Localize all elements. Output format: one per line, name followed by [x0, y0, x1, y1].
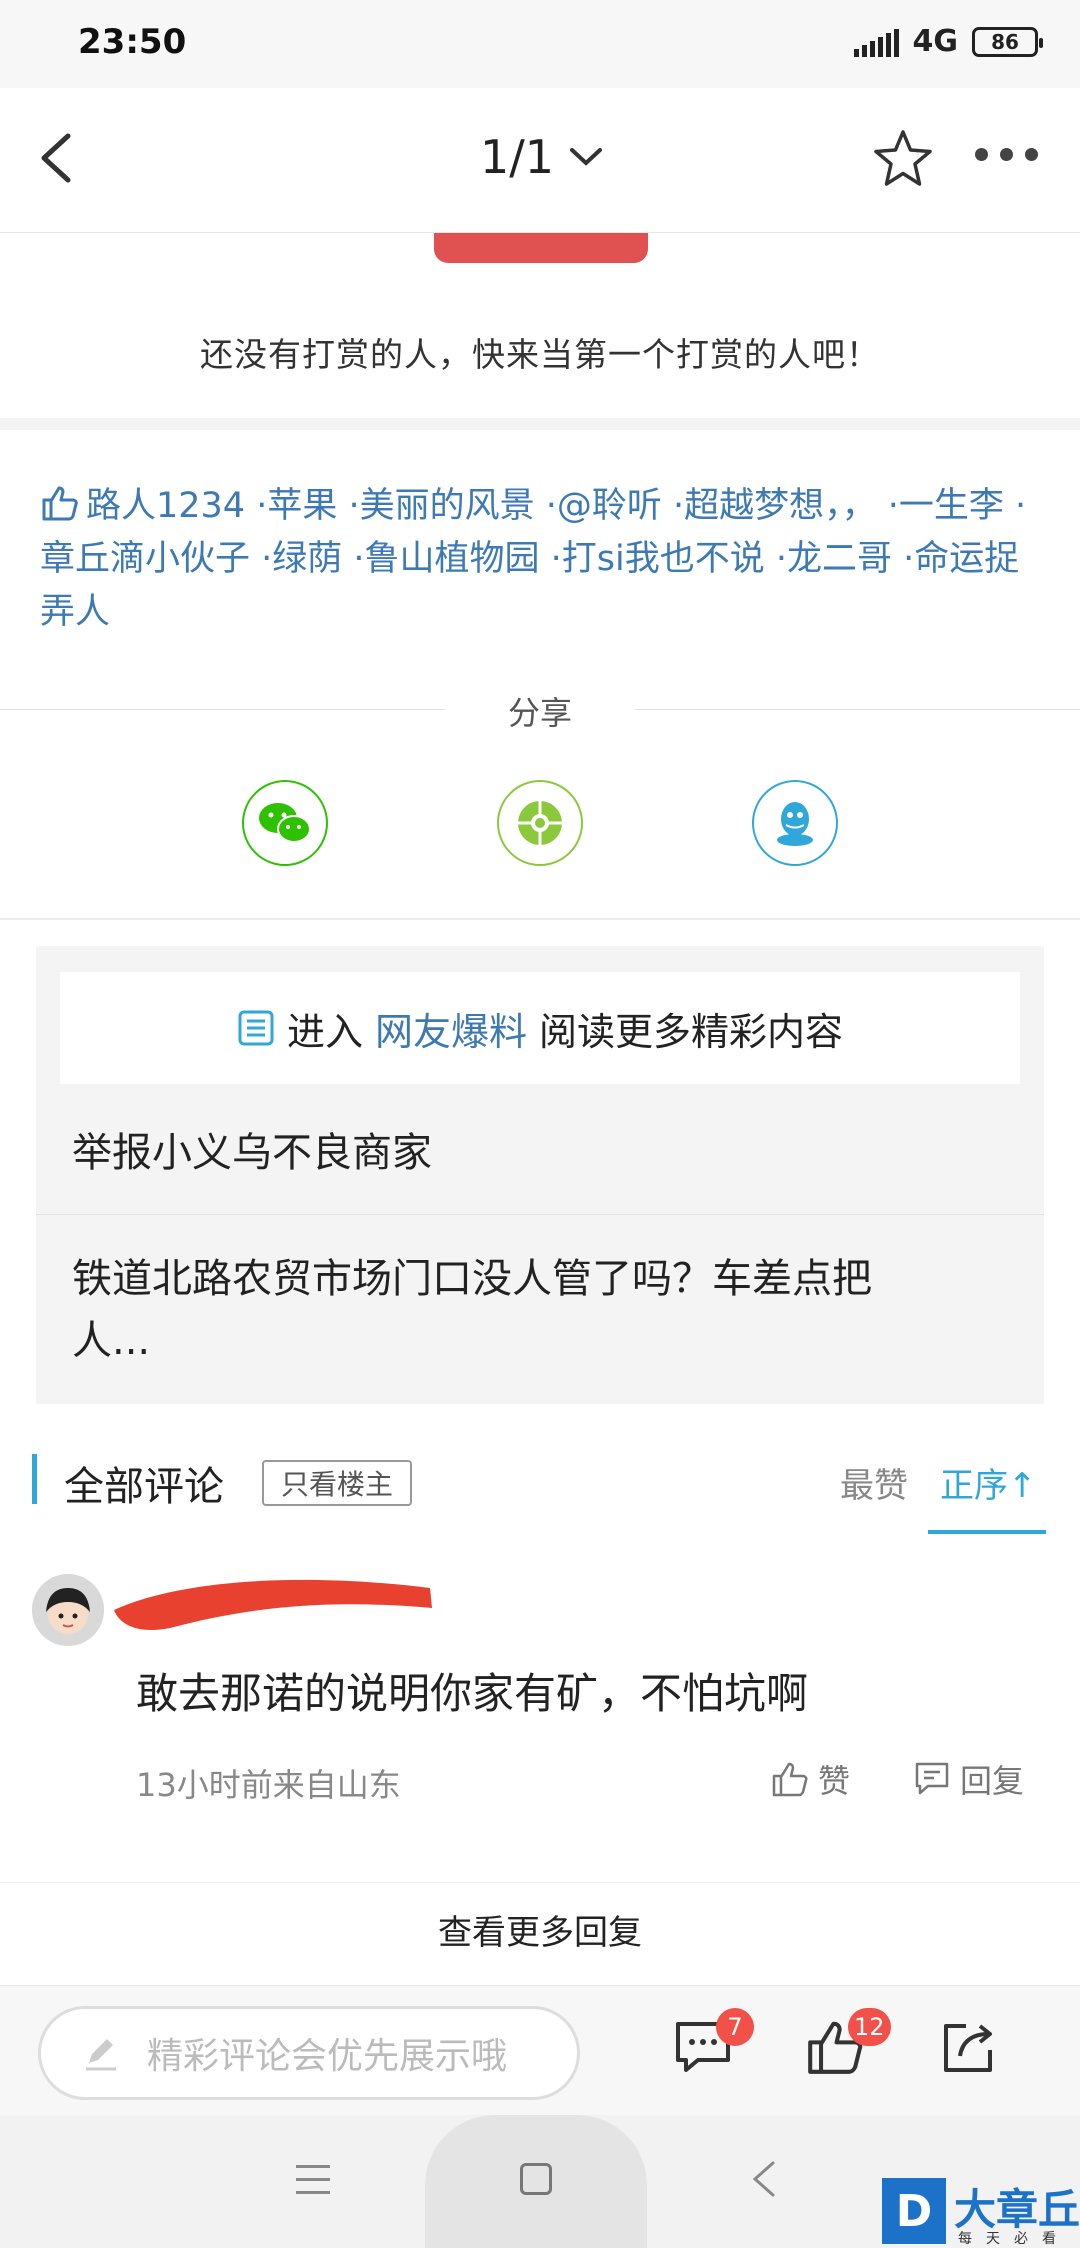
hot-banner-suffix: 阅读更多精彩内容 — [539, 1009, 844, 1054]
chevron-down-icon — [570, 148, 603, 166]
page-selector[interactable]: 1/1 — [480, 130, 604, 184]
hot-item-line: 铁道北路农贸市场门口没人管了吗？车差点把 — [72, 1256, 872, 1302]
wechat-icon — [259, 803, 311, 843]
hot-item-line: 人... — [72, 1318, 151, 1364]
more-replies-button[interactable]: 查看更多回复 — [0, 1882, 1080, 1982]
sort-hot-tab[interactable]: 最赞 — [840, 1458, 908, 1507]
redaction-scribble — [114, 1579, 432, 1630]
avatar[interactable] — [32, 1574, 104, 1646]
hot-item[interactable]: 举报小义乌不良商家 — [72, 1122, 432, 1184]
hot-banner-link[interactable]: 网友爆料 — [375, 1001, 527, 1056]
reply-icon — [915, 1762, 949, 1795]
section-accent-bar — [32, 1454, 37, 1504]
share-divider-right — [635, 709, 1080, 710]
like-count-badge: 12 — [848, 2008, 891, 2046]
hot-banner[interactable]: 进入 网友爆料 阅读更多精彩内容 — [60, 972, 1020, 1084]
comment-meta: 13小时前来自山东 — [136, 1766, 401, 1804]
favorite-star-icon[interactable] — [872, 128, 934, 190]
battery-icon: 86 — [972, 26, 1043, 57]
avatar-image — [32, 1574, 104, 1646]
home-icon[interactable] — [520, 2163, 552, 2195]
section-divider — [0, 418, 1080, 430]
wechat-share-button[interactable] — [242, 780, 328, 866]
network-label: 4G — [912, 24, 959, 59]
top-nav: 1/1 — [0, 88, 1080, 233]
sort-asc-tab[interactable]: 正序↑ — [940, 1458, 1037, 1507]
moments-icon — [518, 801, 562, 845]
battery-level: 86 — [991, 29, 1019, 54]
status-time: 23:50 — [78, 22, 187, 62]
comments-title: 全部评论 — [64, 1464, 224, 1510]
system-back-icon[interactable] — [745, 2157, 785, 2201]
section-divider — [0, 918, 1080, 920]
signal-icon — [853, 27, 899, 57]
reward-empty-text: 还没有打赏的人，快来当第一个打赏的人吧！ — [200, 335, 880, 374]
comments-header: 全部评论 只看楼主 最赞 正序↑ — [0, 1440, 1080, 1534]
status-bar: 23:50 4G 86 — [0, 0, 1080, 88]
hot-banner-prefix: 进入 — [286, 1009, 363, 1054]
comments-count-button[interactable]: 7 — [672, 2008, 754, 2086]
watermark-logo: D 大章丘 每天必看 — [878, 2178, 1080, 2248]
bottom-action-bar: 精彩评论会优先展示哦 7 12 — [0, 1985, 1080, 2115]
share-button[interactable] — [938, 2016, 1008, 2086]
qq-icon — [777, 802, 813, 846]
list-icon — [238, 1010, 274, 1046]
thumbs-up-icon — [42, 486, 78, 521]
recent-apps-icon[interactable] — [296, 2165, 330, 2204]
more-options-icon[interactable] — [975, 148, 1038, 161]
share-icon — [944, 2024, 992, 2072]
moments-share-button[interactable] — [497, 780, 583, 866]
comment-input-placeholder: 精彩评论会优先展示哦 — [147, 2036, 508, 2077]
reply-label: 回复 — [960, 1762, 1025, 1800]
like-label: 赞 — [818, 1762, 851, 1800]
comment-input[interactable]: 精彩评论会优先展示哦 — [38, 2006, 580, 2100]
thumbs-up-icon — [772, 1762, 808, 1797]
comment-reply-button[interactable]: 回复 — [912, 1756, 1024, 1802]
hot-item-divider — [36, 1214, 1044, 1215]
watermark-slogan: 每天必看 — [958, 2231, 1070, 2247]
like-count-button[interactable]: 12 — [804, 2008, 891, 2086]
comment-like-button[interactable]: 赞 — [770, 1756, 850, 1802]
only-host-button[interactable]: 只看楼主 — [262, 1460, 412, 1506]
active-tab-underline — [928, 1530, 1046, 1534]
likers-list: 路人1234 ·苹果 ·美丽的风景 ·@聆听 ·超越梦想，， ·一生李 ·章丘滴… — [40, 480, 1050, 639]
pencil-icon — [86, 2039, 116, 2071]
comment-text: 敢去那诺的说明你家有矿，不怕坑啊 — [136, 1669, 809, 1718]
qq-share-button[interactable] — [752, 780, 838, 866]
reward-button[interactable] — [434, 233, 648, 263]
watermark-logo-mark: D — [882, 2178, 946, 2244]
hot-item[interactable]: 铁道北路农贸市场门口没人管了吗？车差点把 人... — [72, 1248, 872, 1372]
likers-names[interactable]: 路人1234 ·苹果 ·美丽的风景 ·@聆听 ·超越梦想，， ·一生李 ·章丘滴… — [40, 486, 1026, 632]
share-title: 分享 — [507, 694, 572, 732]
page-indicator: 1/1 — [480, 130, 555, 184]
comment-count-badge: 7 — [716, 2008, 754, 2046]
back-arrow-icon[interactable] — [28, 128, 88, 188]
